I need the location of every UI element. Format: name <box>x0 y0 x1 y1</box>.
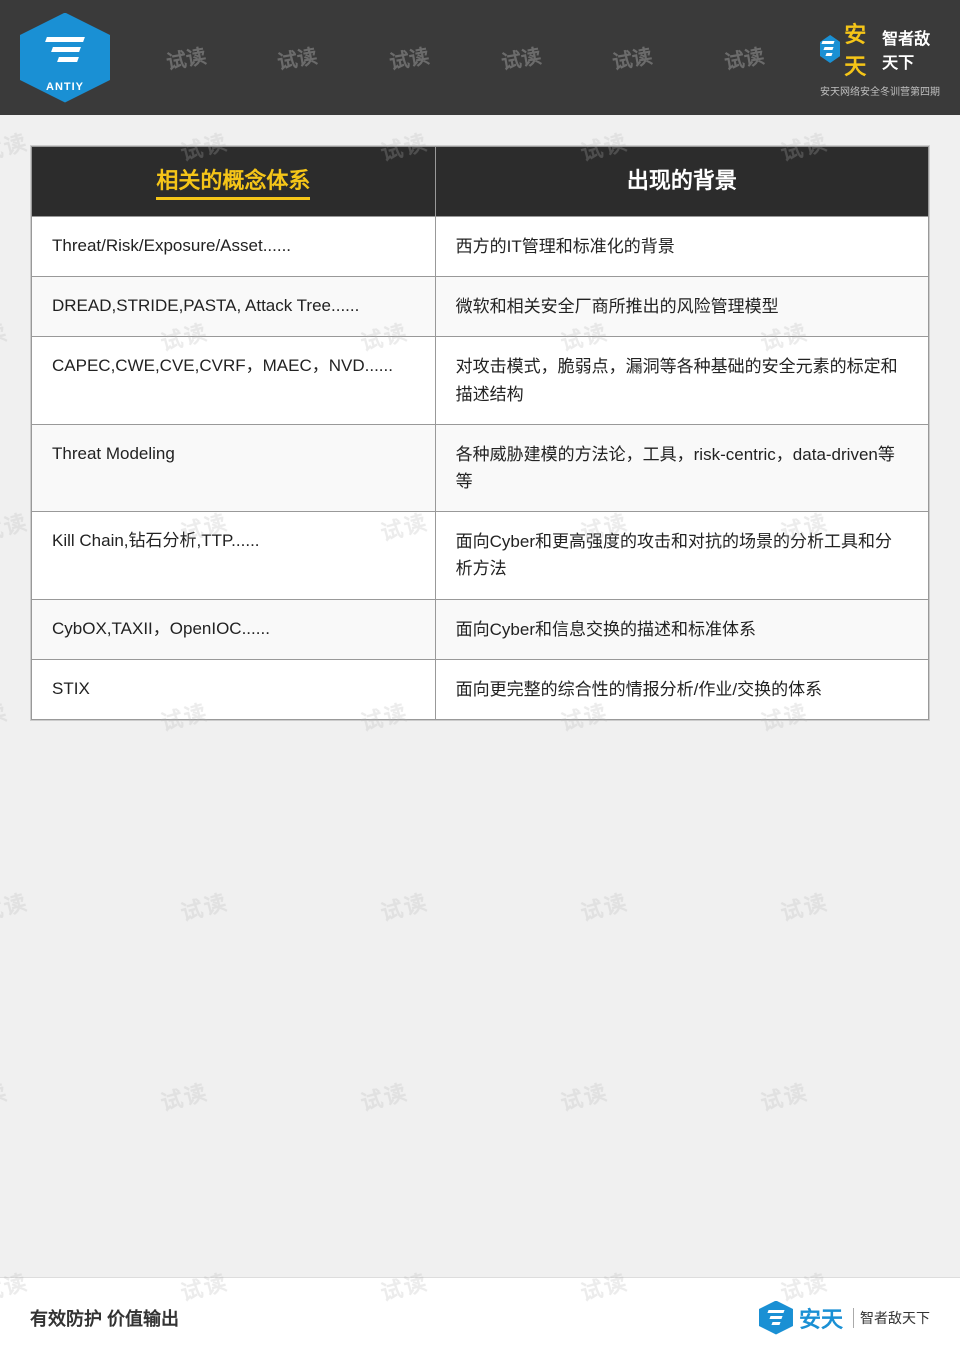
footer-hex-icon <box>759 1301 793 1335</box>
watermark: 试读 <box>777 884 832 927</box>
antiy-label: ANTIY <box>46 81 84 93</box>
col1-header: 相关的概念体系 <box>32 147 436 217</box>
watermark: 试读 <box>0 1074 11 1117</box>
watermark: 试读 <box>377 884 432 927</box>
mini-lines <box>822 41 838 56</box>
footer-line-1 <box>767 1310 784 1313</box>
background-cell: 各种威胁建模的方法论，工具，risk-centric，data-driven等等 <box>435 424 928 511</box>
table-row: STIX面向更完整的综合性的情报分析/作业/交换的体系 <box>32 659 929 719</box>
concept-cell: CybOX,TAXII，OpenIOC...... <box>32 599 436 659</box>
table-row: Threat Modeling各种威胁建模的方法论，工具，risk-centri… <box>32 424 929 511</box>
watermark: 试读 <box>557 1074 612 1117</box>
background-cell: 面向Cyber和信息交换的描述和标准体系 <box>435 599 928 659</box>
concept-cell: DREAD,STRIDE,PASTA, Attack Tree...... <box>32 277 436 337</box>
table-row: DREAD,STRIDE,PASTA, Attack Tree......微软和… <box>32 277 929 337</box>
mini-hex-logo <box>820 35 840 63</box>
background-cell: 西方的IT管理和标准化的背景 <box>435 217 928 277</box>
table-row: Kill Chain,钻石分析,TTP......面向Cyber和更高强度的攻击… <box>32 512 929 599</box>
logo-icon <box>38 22 93 77</box>
watermark: 试读 <box>0 884 31 927</box>
header-right-logo: 安天 智者敌天下 安天网络安全冬训营第四期 <box>820 18 940 98</box>
mini-logo-icon <box>822 41 838 57</box>
header-watermarks: 试读 试读 试读 试读 试读 试读 <box>110 43 820 72</box>
col2-header: 出现的背景 <box>435 147 928 217</box>
right-logo-container: 安天 智者敌天下 <box>820 17 940 81</box>
footer-logo-name: 安天 <box>799 1302 843 1334</box>
header-wm-3: 试读 <box>387 40 431 76</box>
table-row: CybOX,TAXII，OpenIOC......面向Cyber和信息交换的描述… <box>32 599 929 659</box>
header-wm-1: 试读 <box>164 40 208 76</box>
footer-line-2 <box>769 1316 782 1319</box>
watermark: 试读 <box>177 884 232 927</box>
table-header-row: 相关的概念体系 出现的背景 <box>32 147 929 217</box>
background-cell: 面向更完整的综合性的情报分析/作业/交换的体系 <box>435 659 928 719</box>
header-wm-6: 试读 <box>722 40 766 76</box>
watermark: 试读 <box>577 884 632 927</box>
footer-logo-lines <box>768 1310 784 1325</box>
concept-cell: Threat Modeling <box>32 424 436 511</box>
footer-logo: 安天 智者敌天下 <box>759 1301 930 1335</box>
watermark: 试读 <box>0 504 31 547</box>
watermark: 试读 <box>0 124 31 167</box>
background-cell: 对攻击模式，脆弱点，漏洞等各种基础的安全元素的标定和描述结构 <box>435 337 928 424</box>
concept-cell: STIX <box>32 659 436 719</box>
table-row: CAPEC,CWE,CVE,CVRF，MAEC，NVD......对攻击模式，脆… <box>32 337 929 424</box>
header-wm-5: 试读 <box>610 40 654 76</box>
footer-line-3 <box>771 1322 780 1325</box>
content-table: 相关的概念体系 出现的背景 Threat/Risk/Exposure/Asset… <box>31 146 929 720</box>
concept-cell: Kill Chain,钻石分析,TTP...... <box>32 512 436 599</box>
watermark: 试读 <box>757 1074 812 1117</box>
mini-line-2 <box>824 47 834 50</box>
logo-line-3 <box>57 57 79 62</box>
mini-line-3 <box>826 53 833 56</box>
background-cell: 面向Cyber和更高强度的攻击和对抗的场景的分析工具和分析方法 <box>435 512 928 599</box>
mini-line-1 <box>822 41 835 44</box>
right-logo-slogan: 智者敌天下 <box>882 25 940 73</box>
background-cell: 微软和相关安全厂商所推出的风险管理模型 <box>435 277 928 337</box>
antiy-logo: ANTIY <box>20 13 110 103</box>
watermark: 试读 <box>157 1074 212 1117</box>
header-wm-4: 试读 <box>499 40 543 76</box>
col1-header-text: 相关的概念体系 <box>156 163 310 200</box>
right-logo-subtitle: 安天网络安全冬训营第四期 <box>820 83 940 98</box>
watermark: 试读 <box>357 1074 412 1117</box>
logo-line-2 <box>51 47 81 52</box>
header-wm-2: 试读 <box>275 40 319 76</box>
page-footer: 有效防护 价值输出 安天 智者敌天下 <box>0 1277 960 1357</box>
watermark: 试读 <box>0 694 11 737</box>
col2-header-text: 出现的背景 <box>627 168 737 193</box>
watermark: 试读 <box>0 314 11 357</box>
right-logo-name: 安天 <box>844 17 876 81</box>
table-row: Threat/Risk/Exposure/Asset......西方的IT管理和… <box>32 217 929 277</box>
logo-line-1 <box>45 37 85 42</box>
page-header: ANTIY 试读 试读 试读 试读 试读 试读 安天 智者敌天下 安天网络安全冬… <box>0 0 960 115</box>
concept-cell: Threat/Risk/Exposure/Asset...... <box>32 217 436 277</box>
footer-logo-slogan: 智者敌天下 <box>853 1308 930 1328</box>
main-content: 相关的概念体系 出现的背景 Threat/Risk/Exposure/Asset… <box>30 145 930 721</box>
concept-cell: CAPEC,CWE,CVE,CVRF，MAEC，NVD...... <box>32 337 436 424</box>
footer-slogan: 有效防护 价值输出 <box>30 1305 179 1331</box>
logo-lines <box>46 37 84 62</box>
